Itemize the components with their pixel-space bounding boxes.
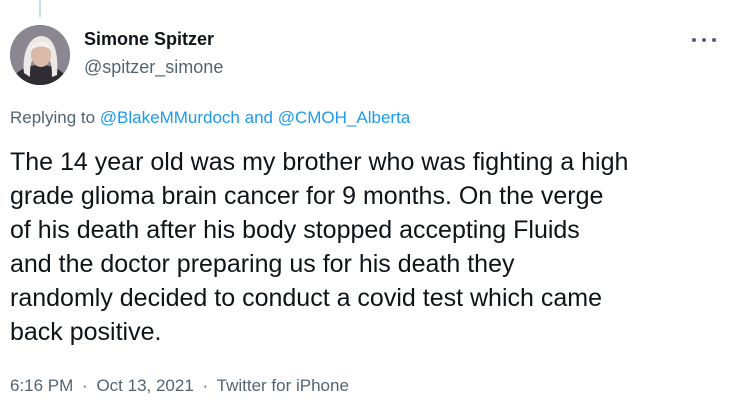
reply-conjunction[interactable]: and (245, 108, 273, 127)
more-dot (702, 38, 706, 42)
author-handle[interactable]: @spitzer_simone (84, 56, 223, 78)
reply-context: Replying to @BlakeMMurdoch and @CMOH_Alb… (10, 107, 410, 129)
more-options-icon[interactable] (692, 34, 716, 46)
tweet-time[interactable]: 6:16 PM (10, 376, 73, 395)
avatar-photo-icon (10, 25, 70, 85)
tweet-date[interactable]: Oct 13, 2021 (96, 376, 193, 395)
meta-separator: · (82, 376, 88, 395)
author-display-name[interactable]: Simone Spitzer (84, 28, 223, 50)
tweet-text: The 14 year old was my brother who was f… (10, 148, 629, 346)
tweet: Simone Spitzer @spitzer_simone Replying … (0, 0, 732, 417)
meta-separator: · (202, 376, 209, 395)
author-avatar[interactable] (10, 25, 70, 85)
reply-prefix: Replying to (10, 108, 96, 127)
author-block: Simone Spitzer @spitzer_simone (84, 28, 223, 78)
tweet-metadata: 6:16 PM · Oct 13, 2021 · Twitter for iPh… (10, 375, 349, 397)
more-dot (692, 38, 696, 42)
mention-link-blakemmurdoch[interactable]: @BlakeMMurdoch (100, 108, 240, 127)
mention-link-cmoh-alberta[interactable]: @CMOH_Alberta (278, 108, 411, 127)
thread-connector-line (39, 0, 41, 17)
more-dot (712, 38, 716, 42)
tweet-source[interactable]: Twitter for iPhone (217, 376, 349, 395)
